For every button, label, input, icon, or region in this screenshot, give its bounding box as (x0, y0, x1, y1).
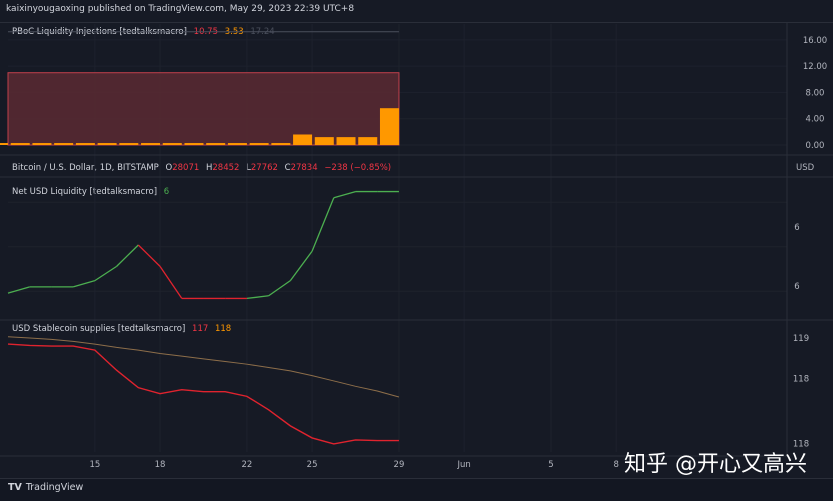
pboc-bar (184, 143, 204, 145)
net-liquidity-y-tick: 6 (794, 282, 799, 292)
net-liquidity-segment (333, 190, 356, 199)
pboc-bar (314, 137, 334, 145)
x-tick: 8 (613, 460, 618, 470)
stablecoin-y-tick: 119 (793, 334, 809, 344)
pboc-bar (271, 143, 291, 145)
pboc-bar (379, 108, 399, 145)
net-liquidity-pane (7, 190, 399, 300)
x-tick: 5 (548, 460, 553, 470)
x-tick: 22 (242, 460, 253, 470)
pboc-bar (32, 143, 52, 145)
pboc-bar (119, 143, 139, 145)
pboc-bar (336, 137, 356, 145)
pboc-bar (358, 137, 378, 145)
pboc-y-tick: 4.00 (806, 115, 825, 125)
pboc-bar (206, 143, 226, 145)
x-tick: 15 (89, 460, 100, 470)
net-liquidity-segment (268, 280, 291, 297)
net-liquidity-segment (289, 250, 313, 281)
x-tick: 29 (394, 460, 405, 470)
pboc-bar (293, 134, 313, 145)
pboc-bar (162, 143, 182, 145)
x-tick: 18 (155, 460, 166, 470)
watermark: 知乎 @开心又高兴 (624, 452, 807, 477)
net-liquidity-segment (94, 265, 117, 282)
pboc-bar (249, 143, 269, 145)
pboc-y-tick: 12.00 (803, 62, 827, 72)
pboc-bar (141, 143, 161, 145)
x-tick: Jun (456, 460, 470, 470)
stablecoin-pane (7, 336, 400, 445)
net-liquidity-segment (72, 279, 96, 288)
net-liquidity-segment (137, 244, 161, 267)
pboc-y-tick: 8.00 (806, 88, 825, 98)
pboc-y-tick: 16.00 (803, 36, 827, 46)
x-tick: 25 (307, 460, 318, 470)
pboc-bar (54, 143, 74, 145)
pboc-y-tick: 0.00 (806, 141, 825, 151)
chart-canvas[interactable]: 16.0012.008.004.000.006611911811815 18 22 2… (0, 0, 833, 500)
net-liquidity-segment (116, 244, 139, 267)
pboc-bar (227, 143, 247, 145)
pboc-bar (97, 143, 117, 145)
stablecoin-y-tick: 118 (793, 374, 809, 384)
net-liquidity-segment (311, 197, 335, 252)
net-liquidity-y-tick: 6 (794, 223, 799, 233)
pboc-pane (0, 31, 400, 146)
net-liquidity-segment (7, 286, 30, 294)
net-liquidity-segment (159, 265, 183, 299)
pboc-bar (0, 143, 8, 145)
pboc-bar (10, 143, 30, 145)
pboc-bar (75, 143, 95, 145)
net-liquidity-segment (246, 295, 269, 300)
bottom-bar (0, 478, 833, 501)
tradingview-logo[interactable]: 𝗧𝗩 TradingView (8, 482, 83, 493)
liquidity-band (7, 72, 400, 146)
